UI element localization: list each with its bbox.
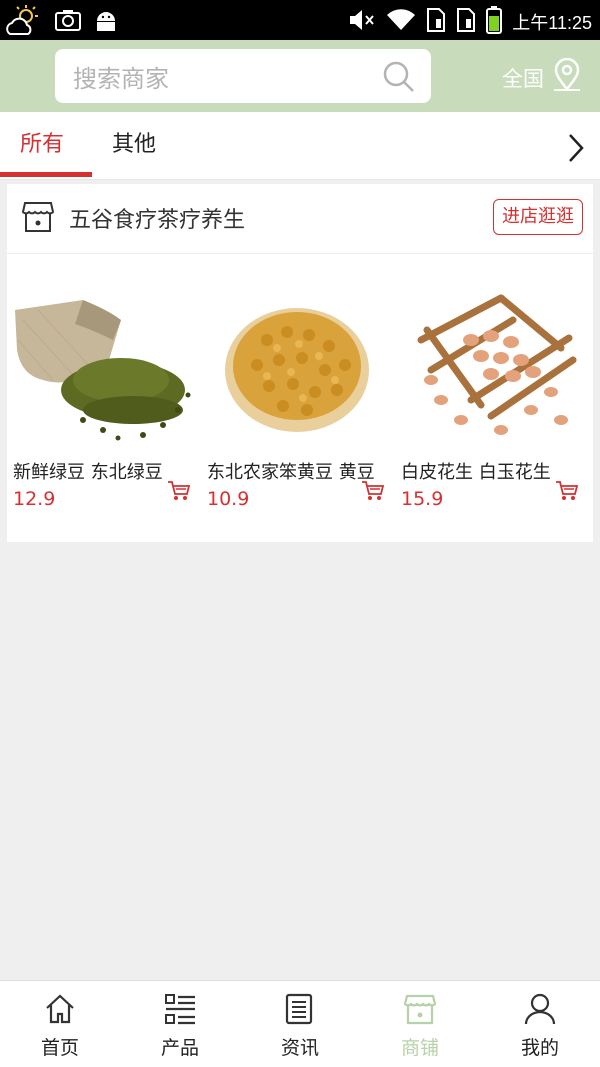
peanut-image	[401, 280, 585, 455]
tab-other[interactable]: 其他	[112, 112, 156, 180]
product-card[interactable]: 新鲜绿豆 东北绿豆 12.9	[13, 280, 197, 510]
add-to-cart-icon[interactable]	[167, 480, 191, 506]
android-icon	[94, 9, 118, 37]
shop-name: 五谷食疗茶疗养生	[69, 208, 246, 233]
active-tab-indicator	[0, 172, 92, 177]
product-name: 新鲜绿豆 东北绿豆	[13, 462, 163, 483]
battery-icon	[486, 6, 503, 38]
product-card[interactable]: 东北农家笨黄豆 黄豆 10.9	[207, 280, 391, 510]
nav-news[interactable]: 资讯	[240, 981, 360, 1067]
product-card[interactable]: 白皮花生 白玉花生 15.9	[401, 280, 585, 510]
chevron-right-icon[interactable]	[566, 132, 586, 168]
shop-header[interactable]: 五谷食疗茶疗养生 进店逛逛	[7, 184, 593, 254]
visit-store-button[interactable]: 进店逛逛	[493, 199, 583, 235]
sim2-icon	[456, 7, 476, 37]
header: 搜索商家 全国	[0, 40, 600, 112]
nav-products-label: 产品	[160, 1037, 199, 1059]
nav-me[interactable]: 我的	[480, 981, 600, 1067]
home-icon	[46, 994, 74, 1024]
search-placeholder: 搜索商家	[73, 64, 169, 93]
add-to-cart-icon[interactable]	[555, 480, 579, 506]
nav-home[interactable]: 首页	[0, 981, 120, 1067]
soybean-image	[207, 280, 391, 455]
region-selector[interactable]: 全国	[502, 57, 582, 97]
nav-products[interactable]: 产品	[120, 981, 240, 1067]
product-name: 白皮花生 白玉花生	[401, 462, 551, 483]
tab-all[interactable]: 所有	[20, 112, 64, 180]
region-label: 全国	[502, 66, 544, 91]
shop-card: 五谷食疗茶疗养生 进店逛逛 新鲜绿豆 东北绿豆 12.9 东北农家笨黄豆 黄豆 …	[7, 184, 593, 542]
store-icon	[404, 994, 436, 1025]
user-icon	[524, 993, 556, 1025]
sim1-icon	[426, 7, 446, 37]
add-to-cart-icon[interactable]	[361, 480, 385, 506]
screenshot-icon	[54, 9, 82, 37]
search-input[interactable]: 搜索商家	[55, 49, 431, 103]
nav-news-label: 资讯	[280, 1037, 319, 1059]
wifi-icon	[386, 8, 416, 36]
mute-icon	[348, 8, 376, 36]
nav-me-label: 我的	[520, 1037, 559, 1059]
status-time: 上午11:25	[512, 13, 592, 33]
bottom-nav: 首页 产品 资讯 商铺 我的	[0, 980, 600, 1067]
status-bar: 上午11:25	[0, 0, 600, 40]
nav-shops[interactable]: 商铺	[360, 981, 480, 1067]
category-tabs: 所有 其他	[0, 112, 600, 180]
store-icon	[21, 200, 55, 238]
product-name: 东北农家笨黄豆 黄豆	[207, 462, 375, 483]
weather-icon	[4, 4, 42, 42]
nav-home-label: 首页	[40, 1037, 79, 1059]
news-icon	[285, 993, 313, 1025]
search-icon[interactable]	[383, 61, 415, 97]
location-pin-icon	[552, 57, 582, 97]
list-icon	[165, 994, 195, 1025]
nav-shops-label: 商铺	[400, 1037, 439, 1059]
mung-bean-image	[13, 280, 197, 455]
